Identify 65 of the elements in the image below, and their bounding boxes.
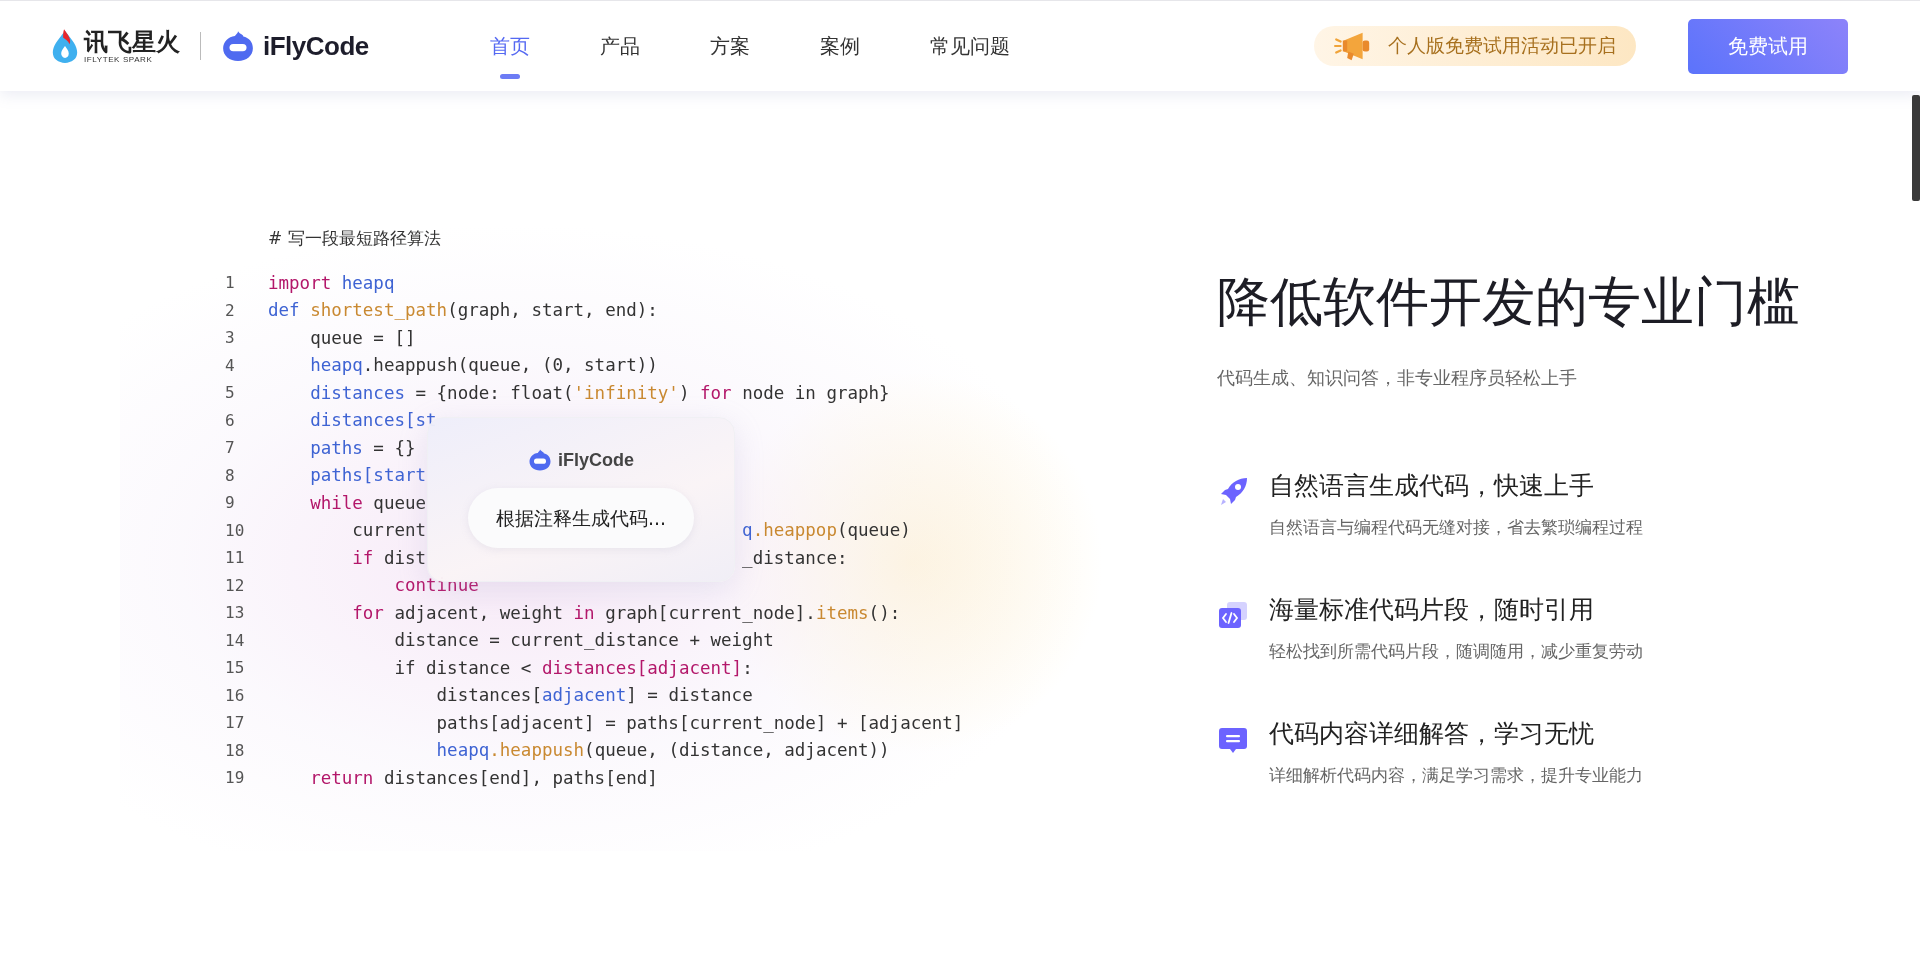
- nav-link[interactable]: 常见问题: [918, 1, 1022, 91]
- status-pill: 根据注释生成代码...: [467, 488, 695, 548]
- line-number: 18: [225, 740, 246, 760]
- code-comment: # 写一段最短路径算法: [268, 227, 442, 250]
- code-text: distances[adjacent] = distance: [435, 685, 753, 706]
- line-number: 12: [225, 575, 246, 595]
- line-number: 15: [225, 658, 246, 678]
- line-number: 8: [225, 465, 236, 485]
- line-number: 11: [225, 548, 246, 568]
- line-number: 3: [225, 328, 236, 348]
- robot-logo-icon: [528, 448, 552, 472]
- free-trial-button[interactable]: 免费试用: [1688, 18, 1848, 74]
- popup-brand: iFlyCode: [558, 449, 634, 471]
- line-number: 19: [225, 768, 246, 788]
- nav-link[interactable]: 案例: [808, 1, 872, 91]
- code-text: return distances[end], paths[end]: [309, 767, 658, 788]
- code-text: paths = {}: [309, 437, 416, 458]
- line-number: 2: [225, 300, 236, 320]
- line-number: 4: [225, 355, 236, 375]
- feature-description: 轻松找到所需代码片段，随调随用，减少重复劳动: [1269, 640, 1643, 663]
- code-text: if distance < distances[adjacent]:: [393, 657, 753, 678]
- code-text: distances[st: [309, 410, 437, 431]
- feature-title: 代码内容详细解答，学习无忧: [1269, 718, 1595, 750]
- code-text: current: [351, 520, 427, 541]
- line-number: 9: [225, 493, 236, 513]
- code-text: distances = {node: float('infinity') for node in graph}: [309, 382, 890, 403]
- line-number: 6: [225, 410, 236, 430]
- code-text: if dist: [351, 547, 427, 568]
- code-text: paths[start: [309, 465, 427, 486]
- code-text: for adjacent, weight in graph[current_node].items():: [351, 602, 901, 623]
- scrollbar[interactable]: [1912, 95, 1920, 201]
- section-subtitle: 代码生成、知识问答，非专业程序员轻松上手: [1217, 366, 1578, 390]
- code-text: _distance:: [742, 547, 848, 568]
- line-number: 1: [225, 273, 236, 293]
- flame-logo-icon: [50, 27, 80, 65]
- brand-name: 讯飞星火: [84, 28, 180, 55]
- code-text: distance = current_distance + weight: [393, 630, 774, 651]
- section-title: 降低软件开发的专业门槛: [1217, 270, 1800, 334]
- line-number: 16: [225, 685, 246, 705]
- brand-tagline: IFLYTEK SPARK: [84, 54, 153, 64]
- code-text: paths[adjacent] = paths[current_node] + [adjacent]: [435, 712, 964, 733]
- promo-banner[interactable]: 个人版免费试用活动已开启: [1314, 26, 1636, 66]
- code-text: while queue: [309, 492, 427, 513]
- code-text: q.heappop(queue): [742, 520, 911, 541]
- code-text: def shortest_path(graph, start, end):: [268, 300, 658, 321]
- code-text: continue: [393, 575, 479, 596]
- feature-title: 海量标准代码片段，随时引用: [1269, 594, 1595, 626]
- line-number: 10: [225, 520, 246, 540]
- code-text: queue = []: [309, 327, 416, 348]
- code-text: import heapq: [268, 272, 395, 293]
- line-number: 14: [225, 630, 246, 650]
- line-number: 17: [225, 713, 246, 733]
- line-number: 7: [225, 438, 236, 458]
- code-text: heapq.heappush(queue, (distance, adjacent)): [435, 740, 890, 761]
- line-number: 13: [225, 603, 246, 623]
- nav-link[interactable]: 产品: [588, 1, 652, 91]
- code-text: heapq.heappush(queue, (0, start)): [309, 355, 658, 376]
- robot-logo-icon: [221, 29, 255, 63]
- feature-description: 自然语言与编程代码无缝对接，省去繁琐编程过程: [1269, 516, 1643, 539]
- line-number: 5: [225, 383, 236, 403]
- nav-link[interactable]: 方案: [698, 1, 762, 91]
- product-name: iFlyCode: [263, 30, 369, 62]
- feature-description: 详细解析代码内容，满足学习需求，提升专业能力: [1269, 764, 1643, 787]
- feature-title: 自然语言生成代码，快速上手: [1269, 470, 1595, 502]
- nav-link[interactable]: 首页: [478, 1, 542, 91]
